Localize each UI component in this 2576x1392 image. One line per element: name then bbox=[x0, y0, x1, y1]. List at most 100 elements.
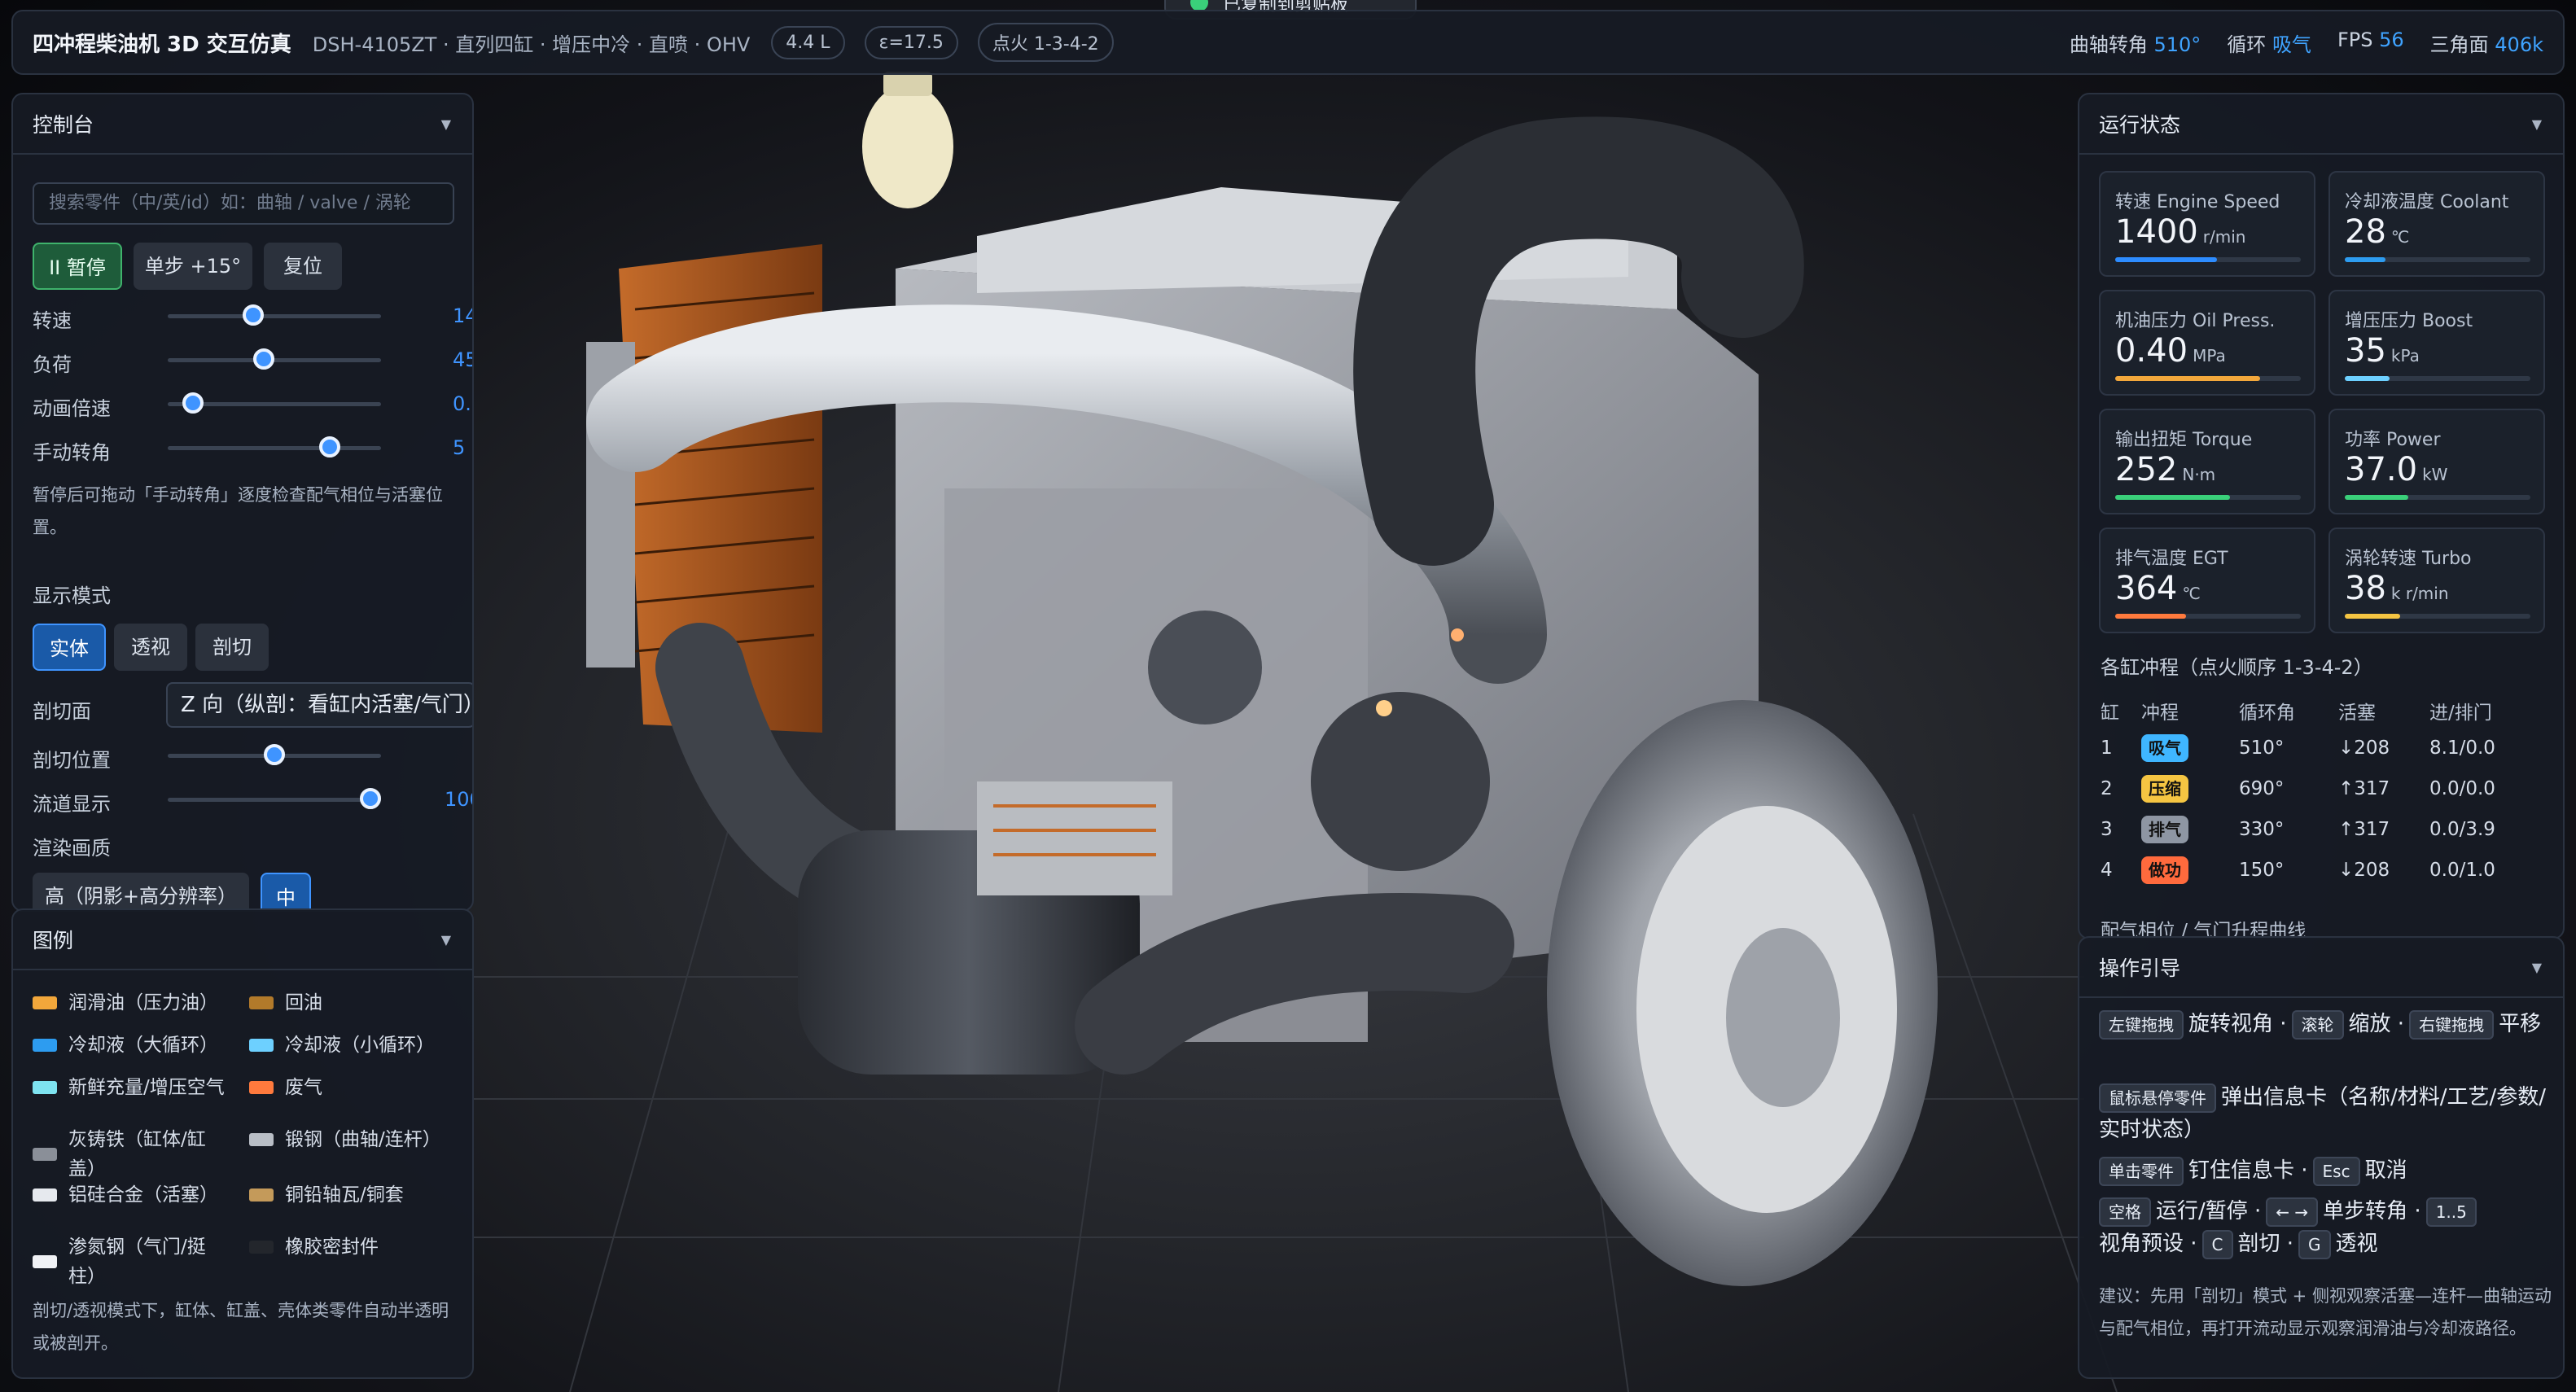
coolant-tank[interactable] bbox=[862, 85, 953, 208]
table-cell-angle: 330° bbox=[2239, 819, 2285, 840]
control-panel: 控制台 ▼ 搜索零件（中/英/id）如：曲轴 / valve / 涡轮 II 暂… bbox=[11, 93, 474, 912]
control-panel-header[interactable]: 控制台 ▼ bbox=[13, 94, 472, 155]
metric-bar-fill bbox=[2115, 376, 2260, 381]
metric-label: 增压压力 Boost bbox=[2345, 311, 2473, 331]
engine-spec: DSH-4105ZT · 直列四缸 · 增压中冷 · 直喷 · OHV bbox=[312, 33, 751, 56]
mode-solid-button[interactable]: 实体 bbox=[33, 624, 106, 671]
status-panel: 运行状态 ▼ 转速 Engine Speed 1400 r/min 冷却液温度 C… bbox=[2078, 93, 2565, 939]
step-button[interactable]: 单步 +15° bbox=[134, 243, 252, 290]
slider-knob[interactable] bbox=[319, 436, 340, 457]
stroke-badge: 做功 bbox=[2141, 856, 2188, 884]
slider-knob[interactable] bbox=[243, 304, 264, 326]
slider-value: 5 bbox=[453, 436, 466, 459]
key-left-drag: 左键拖拽 bbox=[2099, 1010, 2184, 1040]
table-header: 进/排门 bbox=[2429, 703, 2492, 724]
key-hover: 鼠标悬停零件 bbox=[2099, 1083, 2216, 1113]
slider-track[interactable] bbox=[168, 314, 381, 318]
slider-label: 手动转角 bbox=[33, 441, 111, 464]
quality-high-button[interactable]: 高（阴影+高分辨率） bbox=[33, 873, 249, 910]
mode-xray-button[interactable]: 透视 bbox=[114, 624, 187, 671]
slider-knob[interactable] bbox=[182, 392, 204, 414]
collapse-caret-icon[interactable]: ▼ bbox=[2532, 960, 2542, 975]
table-cell-angle: 690° bbox=[2239, 778, 2285, 799]
table-header: 缸 bbox=[2101, 703, 2119, 724]
legend-note: 剖切/透视模式下，缸体、缸盖、壳体类零件自动半透明或被剖开。 bbox=[33, 1301, 449, 1353]
slider-track[interactable] bbox=[168, 446, 381, 450]
table-header: 循环角 bbox=[2239, 703, 2295, 724]
metric-bar-fill bbox=[2345, 495, 2408, 500]
metric-value: 364 ℃ bbox=[2115, 570, 2201, 607]
slider-value: 45 bbox=[453, 348, 472, 371]
legend-item: 润滑油（压力油） bbox=[68, 992, 218, 1013]
metric-value: 1400 r/min bbox=[2115, 213, 2246, 251]
stroke-badge: 压缩 bbox=[2141, 775, 2188, 803]
mode-section-button[interactable]: 剖切 bbox=[195, 624, 269, 671]
flow-display-slider[interactable] bbox=[360, 788, 381, 809]
table-header: 冲程 bbox=[2141, 703, 2179, 724]
key-esc: Esc bbox=[2312, 1157, 2360, 1186]
legend-item: 橡胶密封件 bbox=[285, 1237, 379, 1258]
slider-label: 转速 bbox=[33, 309, 72, 332]
metric-bar bbox=[2115, 376, 2301, 381]
flow-display-track[interactable] bbox=[168, 798, 381, 802]
control-panel-title: 控制台 bbox=[33, 113, 94, 137]
legend-swatch bbox=[249, 996, 274, 1009]
triangle-stat: 三角面 406k bbox=[2429, 33, 2543, 56]
metric-card: 机油压力 Oil Press. 0.40 MPa bbox=[2099, 290, 2315, 396]
cycle-stat: 循环 吸气 bbox=[2227, 33, 2311, 56]
guide-header[interactable]: 操作引导 ▼ bbox=[2079, 938, 2563, 998]
key-click: 单击零件 bbox=[2099, 1157, 2184, 1186]
pause-button[interactable]: II 暂停 bbox=[33, 243, 122, 290]
guide-line-navigation: 左键拖拽 旋转视角 · 滚轮 缩放 · 右键拖拽 平移 bbox=[2099, 1008, 2555, 1040]
collapse-caret-icon[interactable]: ▼ bbox=[441, 116, 451, 132]
legend-swatch bbox=[249, 1241, 274, 1254]
collapse-caret-icon[interactable]: ▼ bbox=[2532, 116, 2542, 132]
metric-bar-fill bbox=[2115, 614, 2186, 619]
slider-knob[interactable] bbox=[253, 348, 274, 370]
legend-item: 渗氮钢（气门/挺柱） bbox=[68, 1237, 206, 1287]
slider-value: 14 bbox=[453, 304, 472, 327]
metric-bar-fill bbox=[2345, 614, 2401, 619]
flow-display-value: 100 bbox=[445, 788, 472, 811]
part-search-input[interactable]: 搜索零件（中/英/id）如：曲轴 / valve / 涡轮 bbox=[33, 182, 454, 225]
legend-item: 铝硅合金（活塞） bbox=[68, 1184, 218, 1206]
turbocharger[interactable] bbox=[1311, 692, 1490, 871]
metric-value: 28 ℃ bbox=[2345, 213, 2410, 251]
app-title: 四冲程柴油机 3D 交互仿真 bbox=[33, 32, 291, 57]
section-position-slider[interactable] bbox=[264, 744, 285, 765]
table-cell-valve: 0.0/1.0 bbox=[2429, 860, 2495, 881]
metric-label: 涡轮转速 Turbo bbox=[2345, 549, 2472, 569]
slider-label: 动画倍速 bbox=[33, 397, 111, 420]
key-wheel: 滚轮 bbox=[2291, 1010, 2344, 1040]
legend-header[interactable]: 图例 ▼ bbox=[13, 910, 472, 970]
collapse-caret-icon[interactable]: ▼ bbox=[441, 932, 451, 948]
stroke-badge: 排气 bbox=[2141, 816, 2188, 843]
metric-value: 0.40 MPa bbox=[2115, 332, 2226, 370]
manual-angle-hint: 暂停后可拖动「手动转角」逐度检查配气相位与活塞位置。 bbox=[33, 485, 443, 537]
displacement-pill: 4.4 L bbox=[771, 25, 845, 59]
guide-line-keys: 空格 运行/暂停 · ← → 单步转角 · 1..5 视角预设 · C 剖切 · G 透视 bbox=[2099, 1195, 2555, 1260]
stroke-badge: 吸气 bbox=[2141, 734, 2188, 762]
intercooler[interactable] bbox=[977, 781, 1172, 895]
table-cell-valve: 0.0/3.9 bbox=[2429, 819, 2495, 840]
reset-button[interactable]: 复位 bbox=[264, 243, 342, 290]
section-plane-select[interactable]: Z 向（纵剖：看缸内活塞/气门） bbox=[166, 682, 472, 728]
slider-track[interactable] bbox=[168, 358, 381, 362]
legend-title: 图例 bbox=[33, 929, 74, 952]
legend-swatch bbox=[249, 1188, 274, 1202]
turbo-compressor[interactable] bbox=[1148, 611, 1262, 724]
metric-label: 排气温度 EGT bbox=[2115, 549, 2228, 569]
metric-bar-fill bbox=[2115, 495, 2231, 500]
flow-display-label: 流道显示 bbox=[33, 793, 111, 816]
flow-particle bbox=[1451, 628, 1464, 641]
status-header[interactable]: 运行状态 ▼ bbox=[2079, 94, 2563, 155]
metric-bar bbox=[2345, 495, 2530, 500]
key-arrows: ← → bbox=[2266, 1197, 2319, 1227]
table-cell-valve: 8.1/0.0 bbox=[2429, 738, 2495, 759]
metric-value: 252 N·m bbox=[2115, 451, 2216, 488]
guide-line-hover: 鼠标悬停零件 弹出信息卡（名称/材料/工艺/参数/实时状态） bbox=[2099, 1083, 2547, 1142]
guide-line-click: 单击零件 钉住信息卡 · Esc 取消 bbox=[2099, 1154, 2555, 1187]
quality-mid-button[interactable]: 中 bbox=[261, 873, 311, 910]
table-header: 活塞 bbox=[2338, 703, 2376, 724]
table-cell-cyl: 4 bbox=[2101, 860, 2113, 881]
